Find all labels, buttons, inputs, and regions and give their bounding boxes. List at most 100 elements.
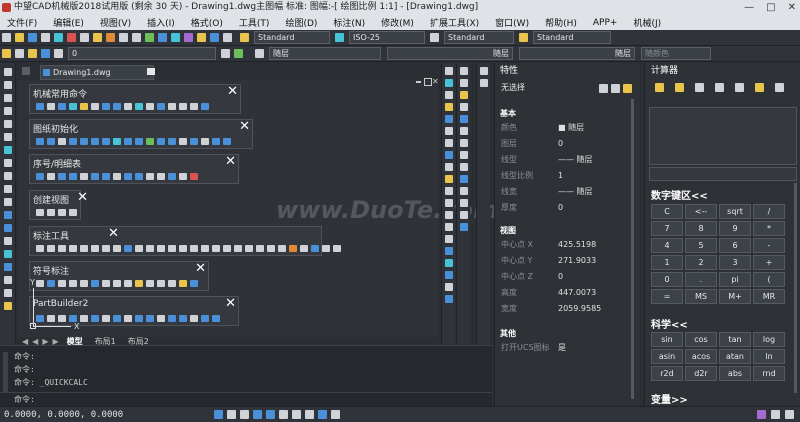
undo-icon[interactable]	[119, 33, 128, 42]
tool-icon[interactable]	[57, 103, 66, 110]
tool-icon[interactable]	[35, 173, 44, 180]
tool-icon[interactable]	[189, 245, 198, 252]
lwt-toggle-icon[interactable]	[305, 410, 314, 419]
open-icon[interactable]	[15, 33, 24, 42]
workspace-icon[interactable]	[771, 410, 780, 419]
snap-tangent-icon[interactable]	[459, 139, 468, 147]
print-icon[interactable]	[41, 33, 50, 42]
tool-icon[interactable]	[57, 209, 66, 216]
qp-toggle-icon[interactable]	[318, 410, 327, 419]
rotate-icon[interactable]	[444, 139, 453, 147]
cut-icon[interactable]	[67, 33, 76, 42]
tab-drawing1[interactable]: Drawing1.dwg	[40, 65, 154, 80]
tool-icon[interactable]	[145, 315, 154, 322]
tool-icon[interactable]	[35, 138, 44, 145]
offset-icon[interactable]	[444, 103, 453, 111]
variables-title[interactable]: 变量>>	[651, 391, 688, 406]
close-button[interactable]: ✕	[788, 0, 796, 15]
new-tab-icon[interactable]	[147, 68, 155, 75]
key-tan[interactable]: tan	[719, 332, 751, 347]
tool-icon[interactable]	[90, 138, 99, 145]
join-icon[interactable]	[444, 211, 453, 219]
tool-icon[interactable]	[90, 280, 99, 287]
explode-icon[interactable]	[444, 247, 453, 255]
key-6[interactable]: 6	[719, 238, 751, 253]
tool-icon[interactable]	[101, 280, 110, 287]
menu-tools[interactable]: 工具(T)	[232, 16, 279, 29]
tool-icon[interactable]	[134, 315, 143, 322]
minimize-button[interactable]: —	[744, 0, 754, 15]
prop-row[interactable]: 线型 —— 随层	[495, 152, 640, 168]
snap-insert-icon[interactable]	[459, 175, 468, 183]
key-divide[interactable]: /	[753, 204, 785, 219]
tool-icon[interactable]	[167, 315, 176, 322]
key-mr[interactable]: MR	[753, 289, 785, 304]
save-icon[interactable]	[28, 33, 37, 42]
color-select[interactable]: 随层	[269, 47, 381, 60]
revision-cloud-icon[interactable]	[3, 159, 12, 167]
prop-row[interactable]: 厚度 0	[495, 200, 640, 216]
tool-icon[interactable]	[222, 138, 231, 145]
tool-icon[interactable]	[123, 103, 132, 110]
angle-icon[interactable]	[735, 83, 744, 92]
preview-icon[interactable]	[54, 33, 63, 42]
section-basic[interactable]: 基本	[495, 107, 640, 120]
tab-menu-icon[interactable]	[22, 67, 30, 75]
canvas-close-icon[interactable]: ✕	[432, 77, 439, 86]
tool-icon[interactable]	[266, 245, 275, 252]
select-objects-icon[interactable]	[611, 84, 620, 93]
tool-icon[interactable]	[178, 315, 187, 322]
tool-icon[interactable]	[57, 245, 66, 252]
dyn-toggle-icon[interactable]	[292, 410, 301, 419]
menu-dimension[interactable]: 标注(N)	[326, 16, 374, 29]
key-2[interactable]: 2	[685, 255, 717, 270]
tool-icon[interactable]	[156, 315, 165, 322]
tool-icon[interactable]	[156, 173, 165, 180]
ellipse-icon[interactable]	[3, 185, 12, 193]
calculator-scrollbar[interactable]	[794, 183, 797, 393]
tool-icon[interactable]	[321, 245, 330, 252]
key-7[interactable]: 7	[651, 221, 683, 236]
tool-icon[interactable]	[90, 103, 99, 110]
snap-endpoint-icon[interactable]	[459, 67, 468, 75]
distance-icon[interactable]	[715, 83, 724, 92]
snap-none-icon[interactable]	[459, 211, 468, 219]
zoom-icon[interactable]	[158, 33, 167, 42]
command-grip[interactable]	[3, 352, 8, 392]
plot-style-select[interactable]: 随颜色	[641, 47, 711, 60]
tool-icon[interactable]	[79, 103, 88, 110]
intersect-icon[interactable]	[755, 83, 764, 92]
tool-icon[interactable]	[233, 245, 242, 252]
circle-icon[interactable]	[3, 146, 12, 154]
prop-row[interactable]: 线型比例 1	[495, 168, 640, 184]
quick-select-icon[interactable]	[599, 84, 608, 93]
tool-icon[interactable]	[68, 209, 77, 216]
tool-icon[interactable]	[145, 138, 154, 145]
key-backspace[interactable]: <--	[685, 204, 717, 219]
palette-close-icon[interactable]: ✕	[225, 296, 236, 311]
tool-icon[interactable]	[178, 138, 187, 145]
tool-icon[interactable]	[211, 138, 220, 145]
tool-icon[interactable]	[46, 245, 55, 252]
gradient-icon[interactable]	[3, 263, 12, 271]
tool-icon[interactable]	[178, 280, 187, 287]
tool-icon[interactable]	[178, 245, 187, 252]
tool-icon[interactable]	[112, 103, 121, 110]
tool-icon[interactable]	[178, 173, 187, 180]
layer-state-icon[interactable]	[15, 49, 24, 58]
key-mplus[interactable]: M+	[719, 289, 751, 304]
tool-icon[interactable]	[57, 173, 66, 180]
tool-icon[interactable]	[156, 103, 165, 110]
maximize-button[interactable]: □	[766, 0, 775, 15]
copy-object-icon[interactable]	[444, 79, 453, 87]
snap-nearest-icon[interactable]	[459, 199, 468, 207]
fillet-icon[interactable]	[444, 235, 453, 243]
tool-icon[interactable]	[222, 245, 231, 252]
hatch-icon[interactable]	[3, 250, 12, 258]
tool-icon[interactable]	[145, 245, 154, 252]
tool-icon[interactable]	[167, 138, 176, 145]
key-sqrt[interactable]: sqrt	[719, 204, 751, 219]
tool-icon[interactable]	[101, 315, 110, 322]
key-clear[interactable]: C	[651, 204, 683, 219]
text-style-select[interactable]: Standard	[254, 31, 330, 44]
